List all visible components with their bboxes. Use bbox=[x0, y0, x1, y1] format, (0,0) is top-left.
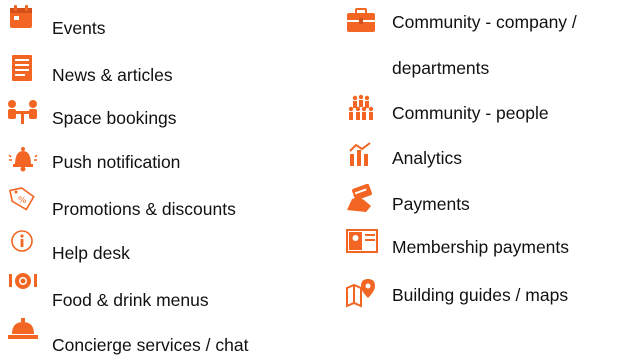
feature-label: Promotions & discounts bbox=[52, 199, 236, 219]
cutlery-plate-icon bbox=[6, 272, 40, 302]
newspaper-icon bbox=[6, 54, 40, 84]
feature-label: Analytics bbox=[392, 148, 463, 168]
discount-tag-icon: % bbox=[6, 185, 40, 215]
briefcase-icon bbox=[344, 8, 378, 38]
map-pin-icon bbox=[344, 278, 378, 308]
feature-label: Space bookings bbox=[52, 108, 177, 128]
feature-item-community-people: Community - people bbox=[344, 94, 614, 124]
feature-item-help-desk: Help desk bbox=[6, 228, 306, 263]
feature-label: Concierge services / chat bbox=[52, 335, 249, 355]
meeting-room-icon bbox=[6, 98, 40, 128]
feature-label: Payments bbox=[392, 194, 470, 214]
feature-item-membership-payments: Membership payments bbox=[344, 228, 614, 258]
feature-label: Events bbox=[52, 18, 106, 38]
feature-item-building-guides: Building guides / maps bbox=[344, 278, 614, 308]
feature-item-promotions: % Promotions & discounts bbox=[6, 185, 306, 219]
membership-card-icon bbox=[344, 228, 378, 258]
feature-item-analytics: Analytics bbox=[344, 141, 614, 171]
calendar-icon bbox=[6, 4, 40, 34]
analytics-icon bbox=[344, 141, 378, 171]
bell-notification-icon bbox=[6, 145, 40, 175]
feature-label: Help desk bbox=[52, 243, 130, 263]
feature-item-push-notification: Push notification bbox=[6, 145, 306, 175]
feature-item-news: News & articles bbox=[6, 54, 306, 85]
feature-item-community-company: Community - company / departments bbox=[344, 8, 614, 78]
feature-label: Building guides / maps bbox=[392, 285, 569, 305]
feature-item-events: Events bbox=[6, 4, 306, 38]
feature-item-food-menus: Food & drink menus bbox=[6, 272, 306, 310]
feature-label: Community - people bbox=[392, 103, 549, 123]
credit-card-hand-icon bbox=[344, 184, 378, 214]
feature-item-payments: Payments bbox=[344, 184, 614, 214]
feature-label: Food & drink menus bbox=[52, 290, 209, 310]
feature-item-space-bookings: Space bookings bbox=[6, 98, 306, 128]
feature-item-concierge: Concierge services / chat bbox=[6, 318, 306, 355]
svg-text:%: % bbox=[18, 196, 27, 206]
feature-label: Push notification bbox=[52, 152, 181, 172]
people-group-icon bbox=[344, 94, 378, 124]
info-icon bbox=[6, 228, 40, 258]
feature-label: News & articles bbox=[52, 65, 173, 85]
feature-label-continued: departments bbox=[392, 58, 490, 78]
service-bell-icon bbox=[6, 318, 40, 348]
feature-label: Membership payments bbox=[392, 237, 570, 257]
feature-label: Community - company / bbox=[392, 12, 577, 32]
